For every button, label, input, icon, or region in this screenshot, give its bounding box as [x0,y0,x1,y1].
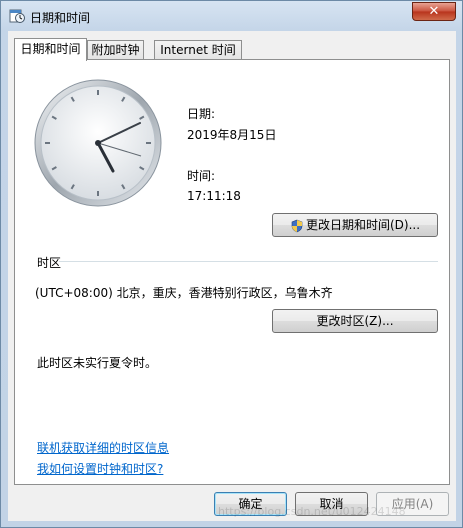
clock-calendar-icon [9,9,25,23]
timezone-value: (UTC+08:00) 北京，重庆，香港特别行政区，乌鲁木齐 [35,286,333,300]
date-value: 2019年8月15日 [187,128,277,142]
date-label: 日期: [187,107,216,121]
online-timezone-info-link[interactable]: 联机获取详细的时区信息 [37,439,169,456]
change-date-time-button[interactable]: 更改日期和时间(D)... [272,213,438,237]
date-time-dialog: 日期和时间 ✕ 日期和时间 附加时钟 Internet 时间 日期: 2019年… [0,0,463,528]
dst-note: 此时区未实行夏令时。 [37,356,158,370]
time-value: 17:11:18 [187,189,241,203]
timezone-section-label: 时区 [37,256,62,270]
time-label: 时间: [187,169,216,183]
analog-clock [34,79,162,207]
howto-set-clock-link[interactable]: 我如何设置时钟和时区? [37,460,163,477]
client-area: 日期和时间 附加时钟 Internet 时间 日期: 2019年8月15日 时间… [8,31,456,521]
change-timezone-button[interactable]: 更改时区(Z)... [272,309,438,333]
tab-date-time[interactable]: 日期和时间 [14,38,87,61]
watermark: https://blog.csdn.net/u012424148 [218,505,406,518]
tab-internet-time[interactable]: Internet 时间 [154,40,242,60]
change-date-time-label: 更改日期和时间(D)... [305,218,421,232]
close-icon: ✕ [428,4,440,19]
title-bar[interactable]: 日期和时间 ✕ [1,1,462,31]
window-title: 日期和时间 [30,11,91,25]
close-button[interactable]: ✕ [412,2,456,21]
timezone-separator [59,261,438,262]
uac-shield-icon [291,219,303,232]
tab-additional-clocks[interactable]: 附加时钟 [87,40,144,60]
tab-panel: 日期: 2019年8月15日 时间: 17:11:18 更改日期和时间(D)..… [14,59,450,485]
